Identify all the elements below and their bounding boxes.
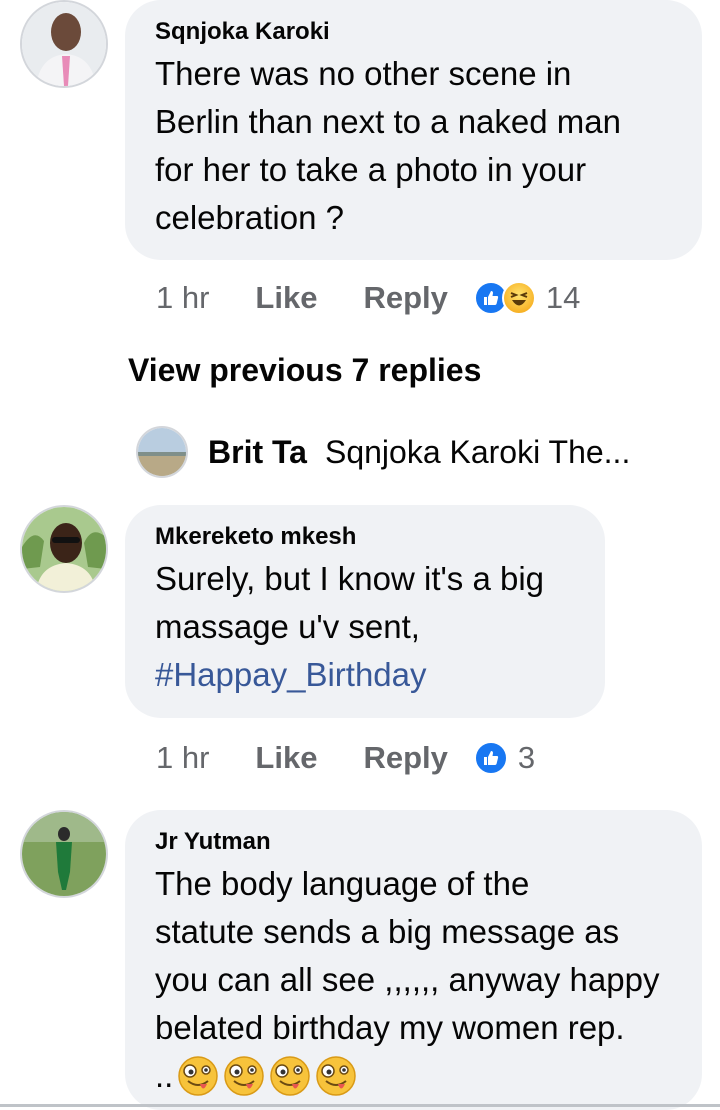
reply-button[interactable]: Reply: [363, 740, 447, 776]
profile-photo-sqnjoka: [22, 2, 106, 86]
comment-bubble: Sqnjoka Karoki There was no other scene …: [125, 0, 702, 260]
reply-snippet: Sqnjoka Karoki The...: [324, 433, 631, 470]
comment-line: you can all see ,,,,,, anyway happy: [155, 961, 660, 998]
comment-line: for her to take a photo in your: [155, 151, 587, 188]
comment-text: Surely, but I know it's a big massage u'…: [155, 555, 575, 699]
haha-icon: [501, 281, 536, 315]
comment-time[interactable]: 1 hr: [156, 740, 209, 776]
comment-line: belated birthday my women rep.: [155, 1009, 625, 1046]
avatar[interactable]: [20, 0, 108, 88]
comment-line: The body language of the: [155, 865, 530, 902]
comment-bubble: Mkereketo mkesh Surely, but I know it's …: [125, 505, 605, 718]
reply-preview[interactable]: Brit Ta Sqnjoka Karoki The...: [136, 424, 630, 480]
profile-photo-jr-yutman: [22, 812, 106, 896]
reply-author: Brit Ta: [208, 433, 307, 470]
crazy-face-icon: [224, 1056, 265, 1096]
comment-line: There was no other scene in: [155, 55, 572, 92]
like-icon: [473, 741, 508, 775]
avatar[interactable]: [20, 810, 108, 898]
comment-author[interactable]: Mkereketo mkesh: [155, 523, 575, 551]
comment-author[interactable]: Sqnjoka Karoki: [155, 18, 672, 46]
reactions-summary[interactable]: 14: [473, 280, 581, 316]
comment-line: Surely, but I know it's a big: [155, 560, 545, 597]
comment-bubble: Jr Yutman The body language of the statu…: [125, 810, 702, 1110]
crazy-face-icon: [178, 1056, 219, 1096]
comment-line: Berlin than next to a naked man: [155, 103, 621, 140]
comment-line: massage u'v sent,: [155, 608, 420, 645]
comment-actions: 1 hr Like Reply 14: [156, 278, 580, 318]
avatar[interactable]: [20, 505, 108, 593]
comment-text: The body language of the statute sends a…: [155, 860, 672, 1100]
comment-text: There was no other scene in Berlin than …: [155, 50, 672, 242]
like-button[interactable]: Like: [255, 280, 317, 316]
reaction-count: 14: [545, 280, 581, 315]
comment-line: statute sends a big message as: [155, 913, 620, 950]
comment-line: celebration ?: [155, 199, 344, 236]
crazy-face-icon: [270, 1056, 311, 1096]
hashtag-link[interactable]: #Happay_Birthday: [155, 651, 575, 699]
comment-line: ..: [155, 1057, 174, 1094]
profile-photo-mkereketo: [22, 507, 106, 591]
reply-button[interactable]: Reply: [363, 280, 447, 316]
reactions-summary[interactable]: 3: [473, 740, 536, 776]
view-previous-replies-link[interactable]: View previous 7 replies: [128, 352, 481, 389]
profile-photo-brit: [138, 428, 186, 476]
like-button[interactable]: Like: [255, 740, 317, 776]
comment-author[interactable]: Jr Yutman: [155, 828, 672, 856]
reaction-count: 3: [517, 740, 536, 775]
comment-actions: 1 hr Like Reply 3: [156, 738, 535, 778]
crazy-face-icon: [316, 1056, 357, 1096]
comment-time[interactable]: 1 hr: [156, 280, 209, 316]
emoji-line: ..: [155, 1052, 672, 1100]
avatar[interactable]: [136, 426, 188, 478]
